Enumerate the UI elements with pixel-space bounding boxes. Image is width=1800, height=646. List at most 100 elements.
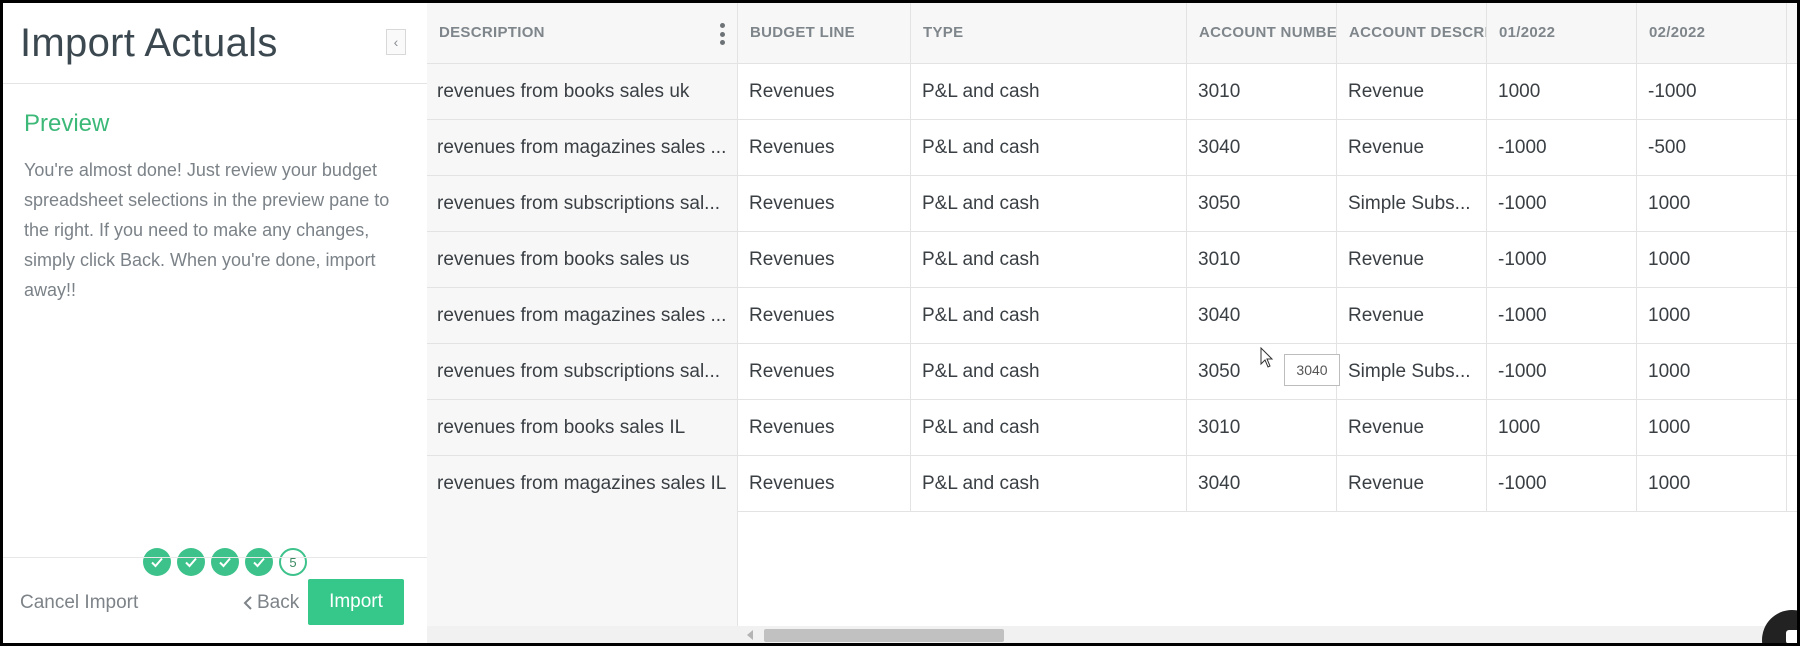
cell-description[interactable]: revenues from subscriptions sal... bbox=[427, 176, 738, 231]
cell-budget-line[interactable]: Revenues bbox=[738, 288, 911, 343]
step-2-complete bbox=[177, 548, 205, 576]
scroll-left-arrow-icon[interactable] bbox=[747, 630, 753, 640]
app-window: Import Actuals ‹ Preview You're almost d… bbox=[3, 3, 1797, 643]
cell-02-2022[interactable]: 1000 bbox=[1637, 344, 1787, 399]
cell-budget-line[interactable]: Revenues bbox=[738, 64, 911, 119]
cell-01-2022[interactable]: -1000 bbox=[1487, 120, 1637, 175]
cell-01-2022[interactable]: 1000 bbox=[1487, 64, 1637, 119]
cell-account-description[interactable]: Revenue bbox=[1337, 456, 1487, 511]
cell-description[interactable]: revenues from books sales uk bbox=[427, 64, 738, 119]
column-header-description[interactable]: DESCRIPTION bbox=[427, 3, 738, 63]
cell-account-number[interactable]: 3040 bbox=[1187, 120, 1337, 175]
horizontal-scrollbar-thumb[interactable] bbox=[764, 629, 1004, 642]
chevron-left-icon bbox=[243, 596, 252, 610]
step-4-complete bbox=[245, 548, 273, 576]
collapse-panel-button[interactable]: ‹ bbox=[386, 29, 406, 55]
table-row[interactable]: revenues from magazines sales ... Revenue… bbox=[427, 288, 1797, 344]
table-row[interactable]: revenues from subscriptions sal... Revenu… bbox=[427, 344, 1797, 400]
cell-budget-line[interactable]: Revenues bbox=[738, 344, 911, 399]
step-3-complete bbox=[211, 548, 239, 576]
cell-budget-line[interactable]: Revenues bbox=[738, 400, 911, 455]
step-1-complete bbox=[143, 548, 171, 576]
cell-description[interactable]: revenues from magazines sales ... bbox=[427, 120, 738, 175]
footer-divider bbox=[3, 557, 427, 558]
cell-account-number[interactable]: 3010 bbox=[1187, 64, 1337, 119]
cell-account-number[interactable]: 3040 bbox=[1187, 456, 1337, 511]
grid-header: DESCRIPTION BUDGET LINE TYPE ACCOUNT NUM… bbox=[427, 3, 1797, 64]
pinned-column-empty-area bbox=[427, 511, 738, 627]
cell-type[interactable]: P&L and cash bbox=[911, 400, 1187, 455]
cell-tooltip: 3040 bbox=[1284, 354, 1340, 386]
panel-title: Import Actuals bbox=[20, 21, 278, 65]
import-side-panel: Import Actuals ‹ Preview You're almost d… bbox=[3, 3, 428, 643]
cell-account-description[interactable]: Revenue bbox=[1337, 288, 1487, 343]
preview-description: You're almost done! Just review your bud… bbox=[24, 160, 390, 300]
cell-02-2022[interactable]: 1000 bbox=[1637, 176, 1787, 231]
chat-widget-icon[interactable] bbox=[1762, 610, 1797, 643]
cell-budget-line[interactable]: Revenues bbox=[738, 232, 911, 287]
cell-02-2022[interactable]: 1000 bbox=[1637, 232, 1787, 287]
cell-account-description[interactable]: Revenue bbox=[1337, 64, 1487, 119]
column-header-budget-line[interactable]: BUDGET LINE bbox=[738, 3, 911, 63]
table-row[interactable]: revenues from books sales us Revenues P&L … bbox=[427, 232, 1797, 288]
cell-budget-line[interactable]: Revenues bbox=[738, 176, 911, 231]
horizontal-scrollbar[interactable] bbox=[427, 626, 1797, 643]
cell-01-2022[interactable]: -1000 bbox=[1487, 176, 1637, 231]
cell-type[interactable]: P&L and cash bbox=[911, 176, 1187, 231]
column-header-01-2022[interactable]: 01/2022 bbox=[1487, 3, 1637, 63]
mouse-cursor-icon bbox=[1260, 347, 1274, 368]
cell-description[interactable]: revenues from magazines sales ... bbox=[427, 288, 738, 343]
chevron-left-icon: ‹ bbox=[393, 34, 399, 50]
cell-02-2022[interactable]: 1000 bbox=[1637, 456, 1787, 511]
cell-type[interactable]: P&L and cash bbox=[911, 456, 1187, 511]
cell-01-2022[interactable]: -1000 bbox=[1487, 344, 1637, 399]
cell-type[interactable]: P&L and cash bbox=[911, 120, 1187, 175]
cell-account-description[interactable]: Simple Subs... bbox=[1337, 344, 1487, 399]
cell-02-2022[interactable]: 1000 bbox=[1637, 288, 1787, 343]
table-row[interactable]: revenues from magazines sales ... Revenue… bbox=[427, 120, 1797, 176]
cell-description[interactable]: revenues from books sales us bbox=[427, 232, 738, 287]
cell-account-number[interactable]: 3040 bbox=[1187, 288, 1337, 343]
table-row[interactable]: revenues from subscriptions sal... Revenu… bbox=[427, 176, 1797, 232]
table-row[interactable]: revenues from books sales IL Revenues P&L … bbox=[427, 400, 1797, 456]
cell-account-description[interactable]: Revenue bbox=[1337, 120, 1487, 175]
cell-type[interactable]: P&L and cash bbox=[911, 64, 1187, 119]
back-label: Back bbox=[257, 592, 300, 613]
back-button[interactable]: Back bbox=[243, 592, 299, 614]
column-menu-icon[interactable] bbox=[719, 23, 725, 45]
table-row[interactable]: revenues from magazines sales IL Revenues… bbox=[427, 456, 1797, 512]
column-header-type[interactable]: TYPE bbox=[911, 3, 1187, 63]
cell-02-2022[interactable]: -1000 bbox=[1637, 64, 1787, 119]
cell-type[interactable]: P&L and cash bbox=[911, 344, 1187, 399]
preview-grid: DESCRIPTION BUDGET LINE TYPE ACCOUNT NUM… bbox=[427, 3, 1797, 643]
preview-heading: Preview bbox=[24, 110, 110, 137]
import-button[interactable]: Import bbox=[308, 579, 404, 625]
cell-account-number[interactable]: 3010 bbox=[1187, 232, 1337, 287]
cancel-import-button[interactable]: Cancel Import bbox=[20, 592, 138, 614]
cell-01-2022[interactable]: -1000 bbox=[1487, 456, 1637, 511]
cell-budget-line[interactable]: Revenues bbox=[738, 120, 911, 175]
column-header-account-description[interactable]: ACCOUNT DESCRIPTION bbox=[1337, 3, 1487, 63]
column-header-account-number[interactable]: ACCOUNT NUMBER bbox=[1187, 3, 1337, 63]
cell-02-2022[interactable]: 1000 bbox=[1637, 400, 1787, 455]
cell-account-description[interactable]: Revenue bbox=[1337, 400, 1487, 455]
cell-account-description[interactable]: Simple Subs... bbox=[1337, 176, 1487, 231]
cell-description[interactable]: revenues from magazines sales IL bbox=[427, 456, 738, 511]
cell-description[interactable]: revenues from books sales IL bbox=[427, 400, 738, 455]
cell-budget-line[interactable]: Revenues bbox=[738, 456, 911, 511]
divider bbox=[3, 83, 427, 84]
table-row[interactable]: revenues from books sales uk Revenues P&L … bbox=[427, 64, 1797, 120]
cell-type[interactable]: P&L and cash bbox=[911, 232, 1187, 287]
cell-01-2022[interactable]: 1000 bbox=[1487, 400, 1637, 455]
cell-type[interactable]: P&L and cash bbox=[911, 288, 1187, 343]
cell-02-2022[interactable]: -500 bbox=[1637, 120, 1787, 175]
cell-account-number[interactable]: 3010 bbox=[1187, 400, 1337, 455]
cell-account-number[interactable]: 3050 bbox=[1187, 176, 1337, 231]
cell-01-2022[interactable]: -1000 bbox=[1487, 288, 1637, 343]
cell-01-2022[interactable]: -1000 bbox=[1487, 232, 1637, 287]
column-header-02-2022[interactable]: 02/2022 bbox=[1637, 3, 1787, 63]
step-indicator: 5 bbox=[143, 548, 307, 576]
cell-description[interactable]: revenues from subscriptions sal... bbox=[427, 344, 738, 399]
step-5-current: 5 bbox=[279, 548, 307, 576]
cell-account-description[interactable]: Revenue bbox=[1337, 232, 1487, 287]
